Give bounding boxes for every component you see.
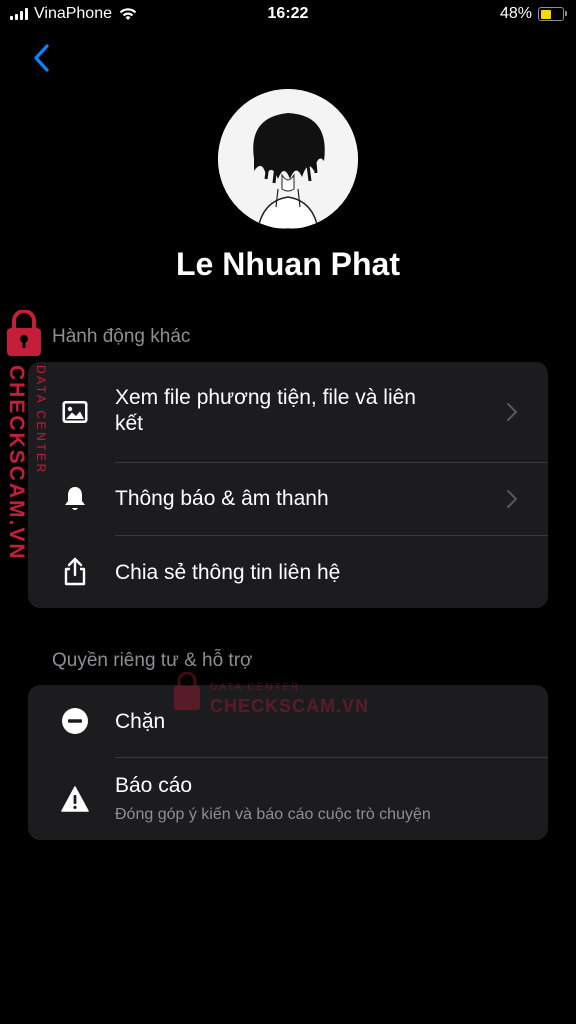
status-right: 48% (499, 5, 567, 23)
back-button[interactable] (28, 40, 58, 76)
checkscam-watermark: CHECKSCAM.VN DATA CENTER (5, 310, 48, 561)
watermark-center-text: CHECKSCAM.VN (210, 696, 369, 716)
checkscam-watermark-center: DATA CENTER CHECKSCAM.VN (174, 672, 369, 716)
watermark-subtext: DATA CENTER (34, 365, 48, 475)
avatar[interactable] (218, 89, 358, 229)
warning-icon (60, 784, 90, 814)
clock: 16:22 (267, 5, 309, 22)
section-title-privacy: Quyền riêng tư & hỗ trợ (52, 650, 253, 671)
view-media-row[interactable]: Xem file phương tiện, file và liên kết (28, 362, 548, 462)
notifications-label: Thông báo & âm thanh (115, 487, 329, 510)
watermark-center-subtext: DATA CENTER (210, 682, 301, 693)
avatar-image (218, 89, 358, 229)
notifications-row[interactable]: Thông báo & âm thanh (28, 463, 548, 535)
report-label: Báo cáo (115, 774, 193, 797)
bell-icon (60, 484, 90, 514)
block-label: Chặn (115, 710, 166, 733)
status-bar: VinaPhone 16:22 48% (0, 0, 576, 30)
report-row[interactable]: Báo cáo Đóng góp ý kiến và báo cáo cuộc … (28, 758, 548, 840)
battery-percent: 48% (499, 5, 532, 22)
share-contact-row[interactable]: Chia sẻ thông tin liên hệ (28, 536, 548, 608)
chevron-right-icon (507, 403, 518, 421)
battery-icon (538, 7, 567, 21)
view-media-label: Xem file phương tiện, file và liên kết (115, 386, 416, 435)
more-actions-group: Xem file phương tiện, file và liên kết T… (28, 362, 548, 608)
report-sublabel: Đóng góp ý kiến và báo cáo cuộc trò chuy… (115, 806, 431, 823)
share-icon (60, 557, 90, 587)
share-contact-label: Chia sẻ thông tin liên hệ (115, 561, 341, 584)
watermark-text: CHECKSCAM.VN (5, 365, 28, 561)
chevron-right-icon (507, 490, 518, 508)
section-title-more-actions: Hành động khác (52, 326, 191, 347)
image-icon (60, 397, 90, 427)
profile-name: Le Nhuan Phat (175, 246, 400, 282)
block-icon (60, 706, 90, 736)
chevron-left-icon (34, 44, 49, 72)
